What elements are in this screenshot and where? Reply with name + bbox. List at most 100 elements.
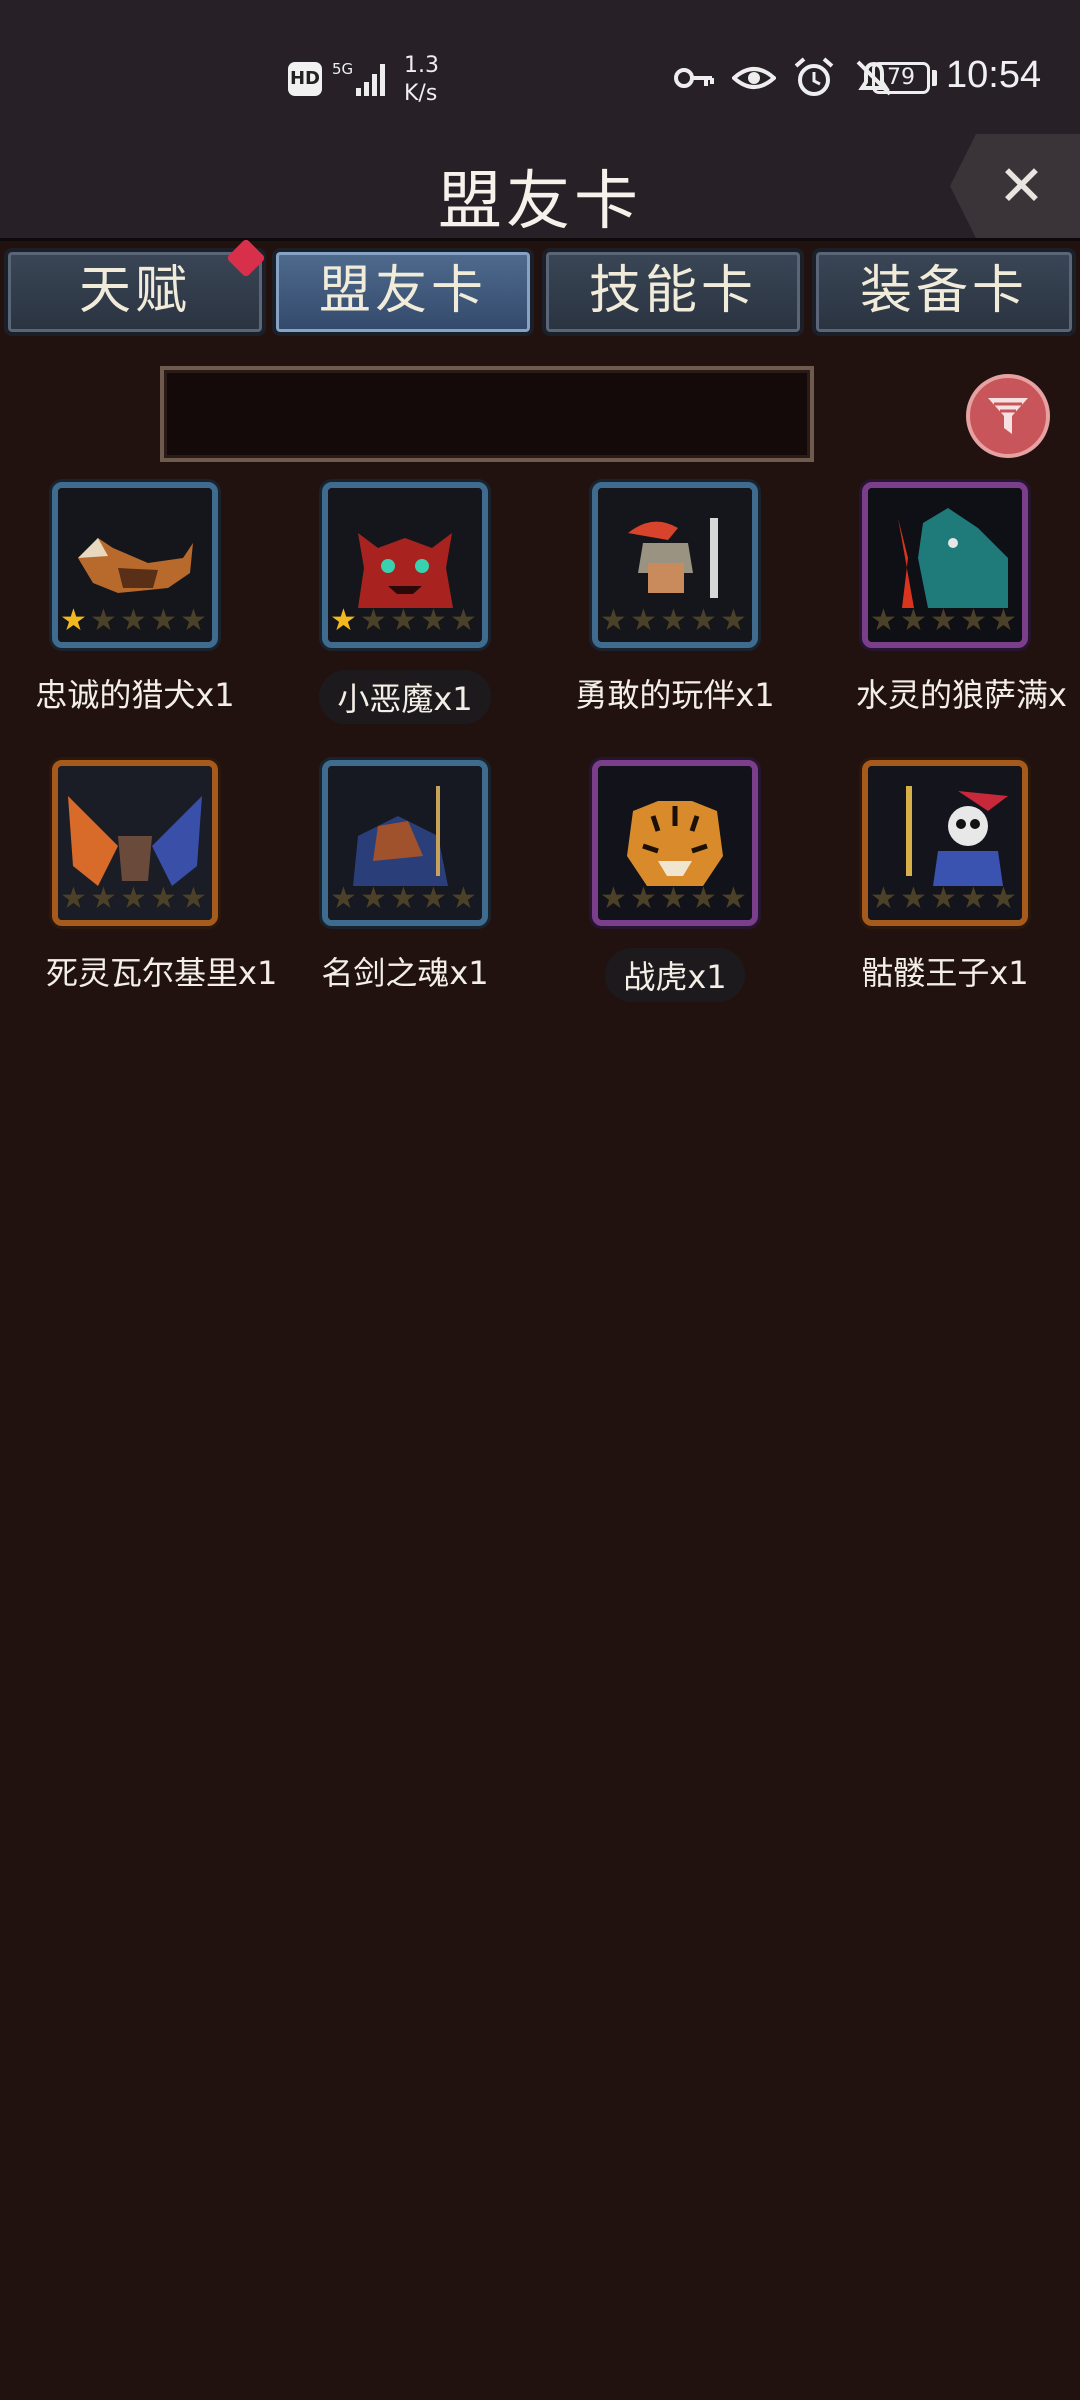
star-icon: ★ [870, 603, 897, 638]
network-label: 5G [332, 60, 353, 78]
clock: 10:54 [946, 54, 1042, 96]
speed-value: 1.3 [404, 53, 439, 78]
hd-indicator: HD [288, 62, 322, 96]
tab-talent[interactable]: 天赋 [4, 238, 266, 336]
star-icon: ★ [660, 603, 687, 638]
star-icon: ★ [360, 603, 387, 638]
star-icon: ★ [150, 603, 177, 638]
key-icon [674, 68, 714, 88]
star-icon: ★ [900, 603, 927, 638]
star-icon: ★ [930, 603, 957, 638]
ally-card[interactable]: ★ ★ ★ ★ ★ 小恶魔x1 [270, 482, 540, 742]
star-icon: ★ [450, 603, 477, 638]
tab-skill-cards[interactable]: 技能卡 [542, 248, 804, 336]
signal-icon: 5G [332, 60, 385, 96]
tab-label: 技能卡 [588, 261, 757, 321]
star-icon: ★ [720, 881, 747, 916]
star-icon: ★ [450, 881, 477, 916]
battery-tip [932, 70, 937, 86]
star-icon: ★ [60, 881, 87, 916]
page-title: 盟友卡 [438, 165, 642, 239]
star-icon: ★ [330, 603, 357, 638]
header: 盟友卡 ✕ [0, 134, 1080, 241]
ally-card[interactable]: ★ ★ ★ ★ ★ 忠诚的猎犬x1 [0, 482, 270, 742]
card-name: 小恶魔x1 [270, 670, 540, 724]
star-icon: ★ [120, 881, 147, 916]
card-frame: ★ ★ ★ ★ ★ [52, 760, 218, 926]
star-icon: ★ [390, 603, 417, 638]
card-name: 战虎x1 [540, 948, 810, 1002]
star-icon: ★ [630, 881, 657, 916]
star-icon: ★ [960, 881, 987, 916]
speed-unit: K/s [404, 81, 438, 106]
tab-label: 装备卡 [859, 261, 1028, 321]
star-icon: ★ [870, 881, 897, 916]
tab-label: 盟友卡 [318, 261, 487, 321]
star-icon: ★ [120, 603, 147, 638]
card-frame: ★ ★ ★ ★ ★ [52, 482, 218, 648]
star-rating: ★ ★ ★ ★ ★ [330, 884, 480, 918]
star-rating: ★ ★ ★ ★ ★ [600, 606, 750, 640]
star-rating: ★ ★ ★ ★ ★ [870, 606, 1020, 640]
eye-icon [732, 67, 776, 89]
ally-card[interactable]: ★ ★ ★ ★ ★ 战虎x1 [540, 760, 810, 1020]
tab-label: 天赋 [78, 261, 191, 321]
card-frame: ★ ★ ★ ★ ★ [322, 760, 488, 926]
star-icon: ★ [630, 603, 657, 638]
ally-card[interactable]: ★ ★ ★ ★ ★ 死灵瓦尔基里x1 [0, 760, 277, 1020]
star-rating: ★ ★ ★ ★ ★ [330, 606, 480, 640]
ally-card[interactable]: ★ ★ ★ ★ ★ 勇敢的玩伴x1 [540, 482, 810, 742]
card-name: 水灵的狼萨满x [856, 676, 1067, 714]
card-name: 骷髅王子x1 [861, 954, 1029, 992]
star-icon: ★ [720, 603, 747, 638]
card-frame: ★ ★ ★ ★ ★ [592, 760, 758, 926]
card-frame: ★ ★ ★ ★ ★ [322, 482, 488, 648]
star-icon: ★ [90, 881, 117, 916]
star-icon: ★ [600, 603, 627, 638]
star-icon: ★ [180, 603, 207, 638]
card-name: 勇敢的玩伴x1 [575, 676, 775, 714]
card-frame: ★ ★ ★ ★ ★ [592, 482, 758, 648]
ally-card[interactable]: ★ ★ ★ ★ ★ 骷髅王子x1 [810, 760, 1080, 1020]
star-rating: ★ ★ ★ ★ ★ [870, 884, 1020, 918]
card-frame: ★ ★ ★ ★ ★ [862, 760, 1028, 926]
star-rating: ★ ★ ★ ★ ★ [60, 884, 210, 918]
star-icon: ★ [90, 603, 117, 638]
star-icon: ★ [660, 881, 687, 916]
star-icon: ★ [330, 881, 357, 916]
star-icon: ★ [960, 603, 987, 638]
star-icon: ★ [690, 881, 717, 916]
close-button[interactable]: ✕ [950, 134, 1080, 238]
card-name: 名剑之魂x1 [321, 954, 489, 992]
star-icon: ★ [180, 881, 207, 916]
star-rating: ★ ★ ★ ★ ★ [60, 606, 210, 640]
close-icon: ✕ [998, 154, 1045, 219]
star-icon: ★ [360, 881, 387, 916]
tab-equipment-cards[interactable]: 装备卡 [812, 248, 1076, 336]
tab-ally-cards[interactable]: 盟友卡 [272, 248, 534, 336]
star-icon: ★ [990, 881, 1017, 916]
ally-card[interactable]: ★ ★ ★ ★ ★ 名剑之魂x1 [270, 760, 540, 1020]
star-icon: ★ [930, 881, 957, 916]
card-name: 忠诚的猎犬x1 [35, 676, 235, 714]
alarm-icon [794, 57, 834, 96]
network-speed: 1.3 K/s [404, 52, 464, 108]
tab-bar: 天赋 盟友卡 技能卡 装备卡 [0, 238, 1080, 340]
battery-indicator: 79 [872, 62, 930, 94]
star-rating: ★ ★ ★ ★ ★ [600, 884, 750, 918]
star-icon: ★ [150, 881, 177, 916]
star-icon: ★ [420, 881, 447, 916]
status-icons [672, 56, 896, 100]
star-icon: ★ [60, 603, 87, 638]
card-frame: ★ ★ ★ ★ ★ [862, 482, 1028, 648]
search-input[interactable] [160, 366, 814, 462]
star-icon: ★ [900, 881, 927, 916]
star-icon: ★ [600, 881, 627, 916]
filter-icon [988, 398, 1028, 434]
star-icon: ★ [990, 603, 1017, 638]
star-icon: ★ [420, 603, 447, 638]
filter-button[interactable] [966, 374, 1050, 458]
notification-badge [226, 238, 266, 278]
star-icon: ★ [390, 881, 417, 916]
ally-card[interactable]: ★ ★ ★ ★ ★ 水灵的狼萨满x [810, 482, 1080, 742]
